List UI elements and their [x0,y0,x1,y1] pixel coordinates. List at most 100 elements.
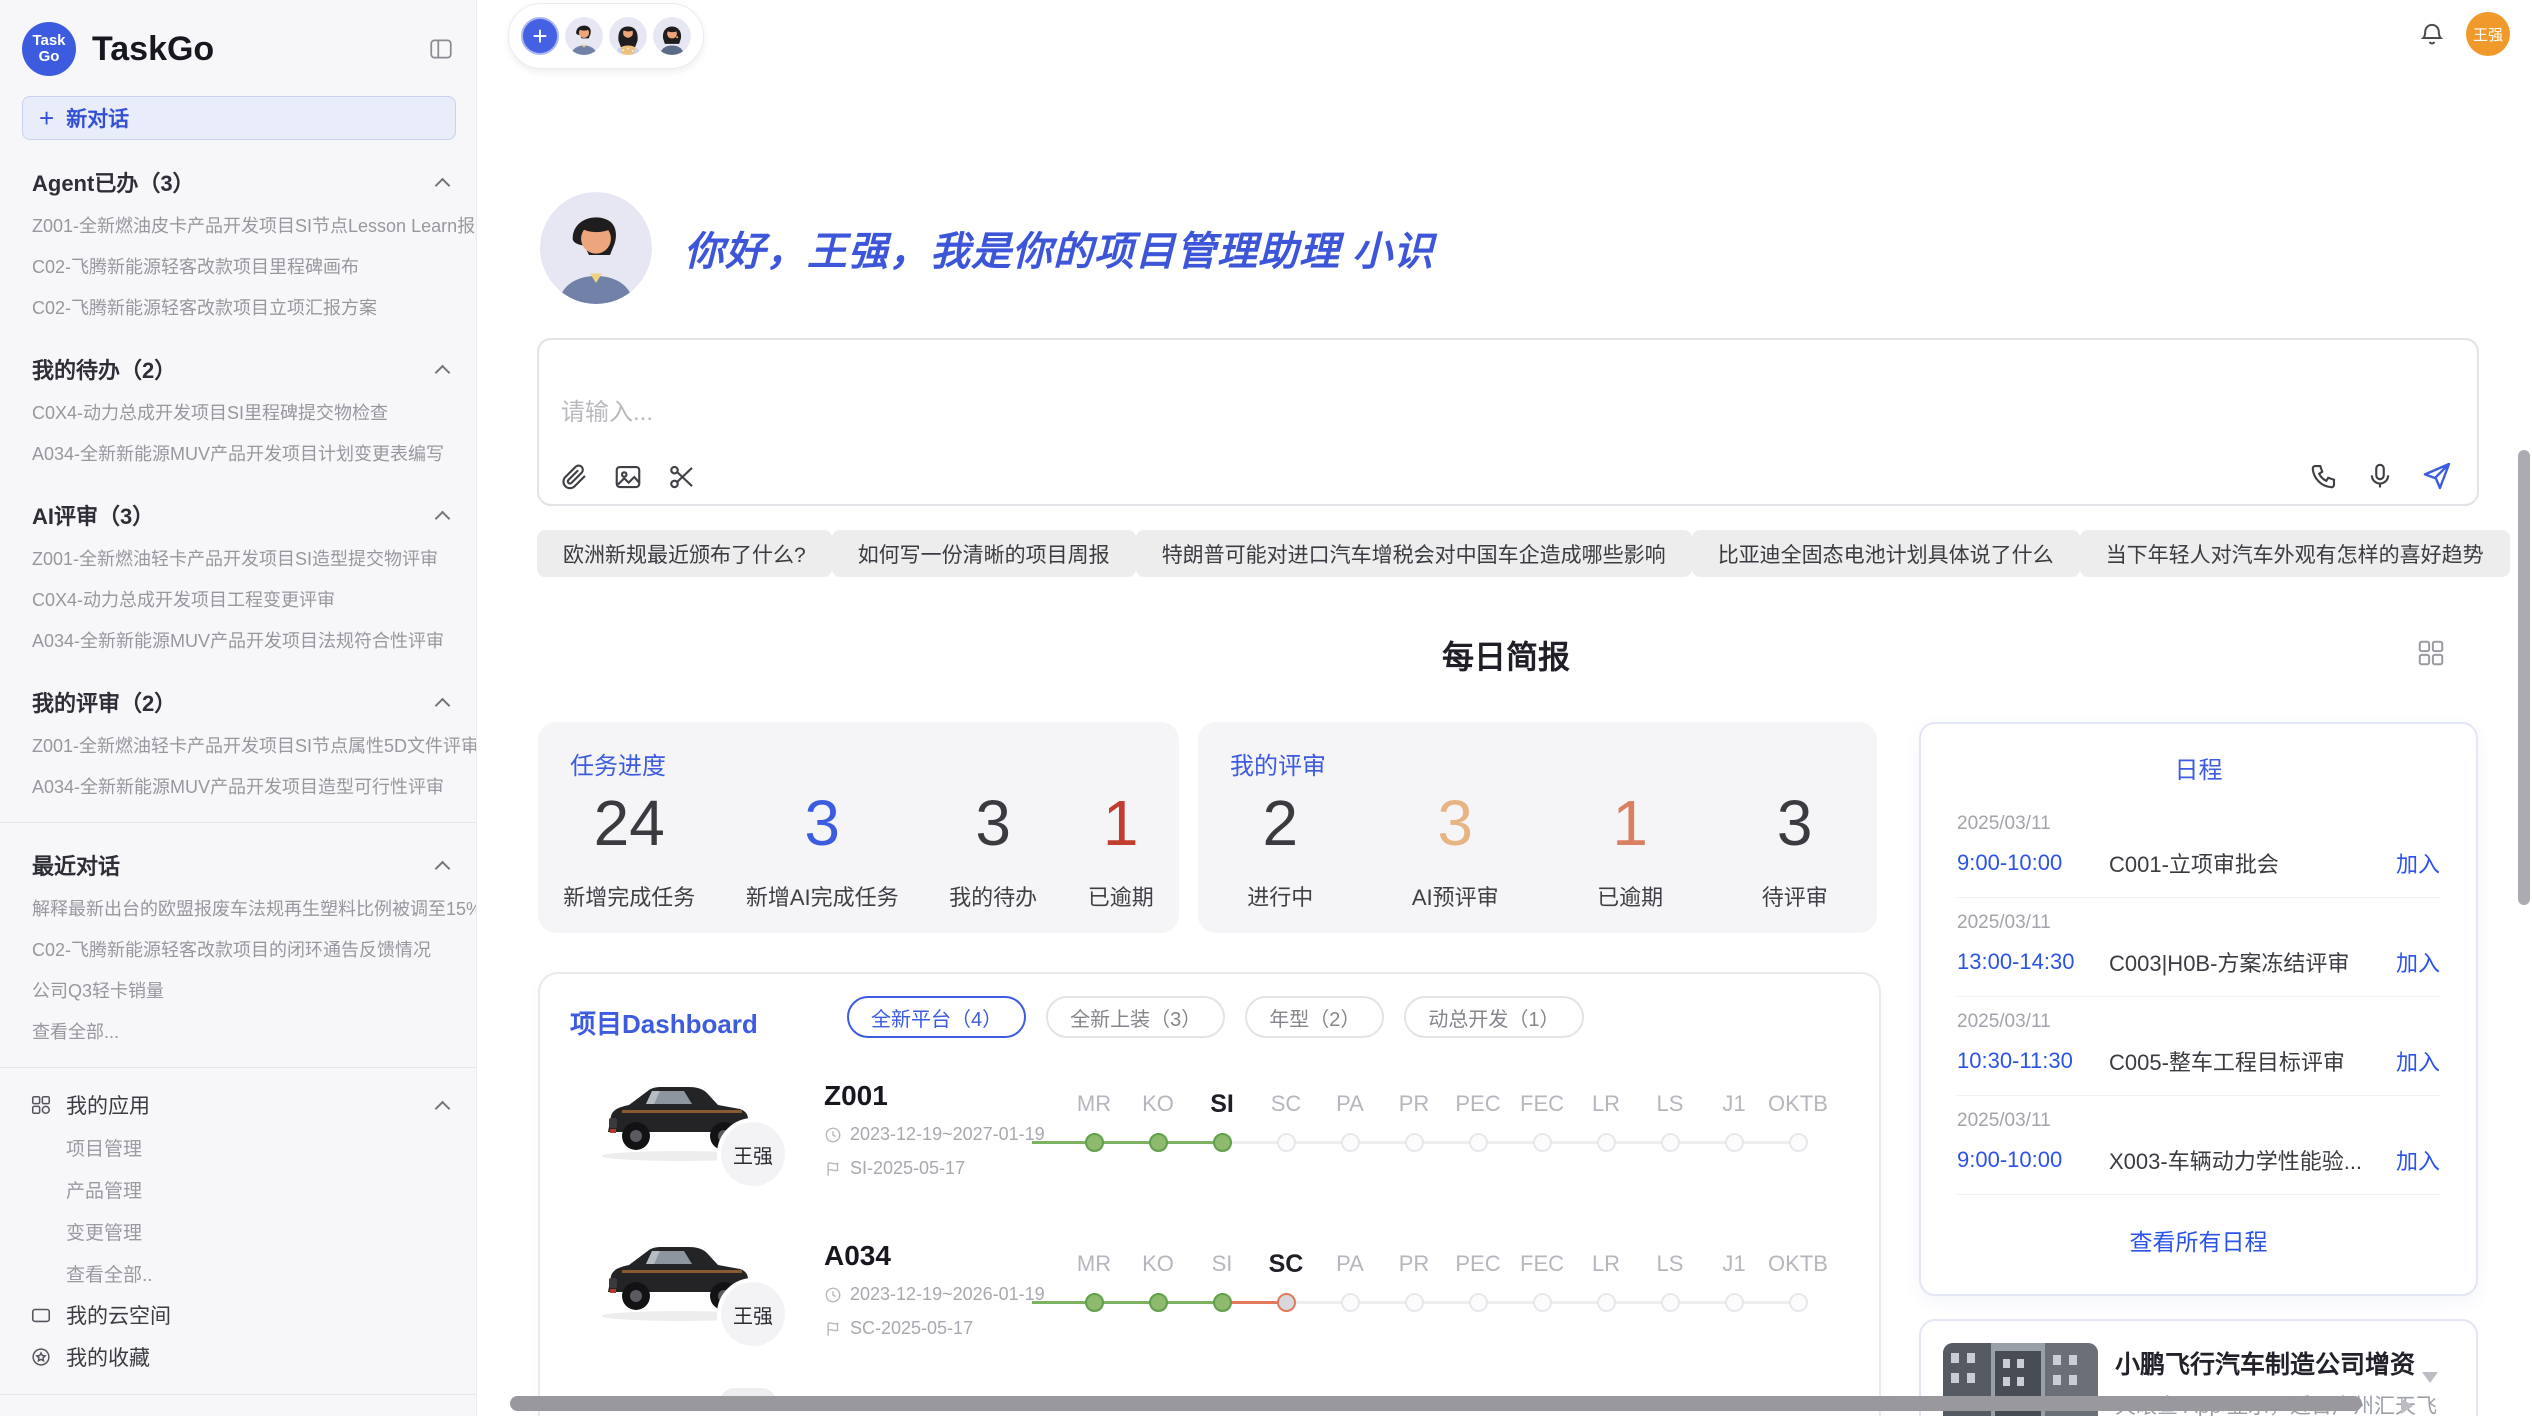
vertical-scrollbar-thumb[interactable] [2518,450,2530,905]
stat-overdue: 1 已逾期 [1088,788,1154,912]
stat-value: 3 [975,788,1011,858]
section-header-recent[interactable]: 最近对话 [32,847,448,883]
milestone-dot [1725,1133,1744,1152]
project-name: A034 [824,1240,891,1272]
stat-value: 2 [1262,788,1298,858]
suggestion-chip[interactable]: 特朗普可能对进口汽车增税会对中国车企造成哪些影响 [1136,530,1692,577]
send-icon[interactable] [2421,460,2453,492]
schedule-event-title: C005-整车工程目标评审 [2109,1045,2396,1077]
sidebar-item-change-mgmt[interactable]: 变更管理 [0,1210,476,1252]
milestone-dot [1469,1133,1488,1152]
view-all-schedule-link[interactable]: 查看所有日程 [1921,1223,2476,1257]
notification-bell-icon[interactable] [2418,20,2446,48]
chevron-up-icon [435,697,451,713]
join-meeting-link[interactable]: 加入 [2396,1045,2440,1077]
suggestion-chip[interactable]: 欧洲新规最近颁布了什么? [537,530,832,577]
divider [0,822,476,823]
project-row[interactable]: 王强 A034 2023-12-19~2026-01-19 SC-2025-05… [540,1220,1879,1380]
agent-avatar[interactable] [653,17,691,55]
section-title: 最近对话 [32,849,120,881]
suggestion-chip[interactable]: 比亚迪全固态电池计划具体说了什么 [1692,530,2080,577]
milestone-dot [1789,1293,1808,1312]
microphone-icon[interactable] [2365,461,2395,491]
chat-input[interactable] [559,398,1463,428]
tab-powertrain-dev[interactable]: 动总开发（1） [1404,996,1583,1038]
schedule-date: 2025/03/11 [1957,1011,2440,1033]
sidebar-item-favorites[interactable]: 我的收藏 [0,1336,476,1378]
agent-avatar[interactable] [565,17,603,55]
milestone-dot [1405,1133,1424,1152]
tab-new-body[interactable]: 全新上装（3） [1046,996,1225,1038]
section-title: AI评审（3） [32,499,154,531]
recent-conversation-item[interactable]: 解释最新出台的欧盟报废车法规再生塑料比例被调至15%... [0,887,476,928]
section-header-agent-done[interactable]: Agent已办（3） [32,164,448,200]
divider [0,1067,476,1068]
tab-model-year[interactable]: 年型（2） [1245,996,1384,1038]
project-row[interactable]: 王强 Z001 2023-12-19~2027-01-19 SI-2025-05… [540,1060,1879,1220]
project-dashboard-card: 项目Dashboard 全新平台（4） 全新上装（3） 年型（2） 动总开发（1… [538,972,1881,1416]
view-all-conversations[interactable]: 查看全部... [0,1010,476,1051]
tab-new-platform[interactable]: 全新平台（4） [847,996,1026,1038]
stat-label: 我的待办 [949,880,1037,912]
sidebar-item-view-all-apps[interactable]: 查看全部.. [0,1252,476,1294]
sidebar: Task Go TaskGo + 新对话 Agent已办（3） Z001-全新燃… [0,0,477,1416]
conversation-item[interactable]: C0X4-动力总成开发项目工程变更评审 [0,578,476,619]
conversation-item[interactable]: A034-全新新能源MUV产品开发项目法规符合性评审 [0,619,476,660]
project-dates: 2023-12-19~2027-01-19 [824,1124,1045,1145]
milestone-track: MR KO SI SC PA PR PEC FEC LR LS J1 OKTB [1032,1244,1830,1312]
sidebar-item-my-apps[interactable]: 我的应用 [0,1084,476,1126]
paperclip-icon[interactable] [559,462,589,492]
suggestion-chip[interactable]: 当下年轻人对汽车外观有怎样的喜好趋势 [2080,530,2510,577]
task-progress-title: 任务进度 [570,746,666,781]
conversation-item[interactable]: Z001-全新燃油皮卡产品开发项目SI节点Lesson Learn报告 [0,204,476,245]
sidebar-item-product-mgmt[interactable]: 产品管理 [0,1168,476,1210]
conversation-item[interactable]: Z001-全新燃油轻卡产品开发项目SI节点属性5D文件评审 [0,724,476,765]
stat-label: 进行中 [1247,880,1313,912]
layout-grid-icon[interactable] [2416,638,2446,668]
user-avatar[interactable]: 王强 [2466,12,2510,56]
new-chat-button[interactable]: + 新对话 [22,96,456,140]
greeting-title: 你好，王强，我是你的项目管理助理 小识 [684,219,1434,277]
scroll-right-arrow-icon[interactable] [2401,1398,2413,1414]
sidebar-item-ai-super-staff[interactable]: AI超级员工 [0,1411,476,1416]
section-header-my-review[interactable]: 我的评审（2） [32,684,448,720]
schedule-time: 13:00-14:30 [1957,949,2109,975]
join-meeting-link[interactable]: 加入 [2396,1144,2440,1176]
section-header-my-todo[interactable]: 我的待办（2） [32,351,448,387]
conversation-item[interactable]: C02-飞腾新能源轻客改款项目里程碑画布 [0,245,476,286]
divider [0,1394,476,1395]
milestone-dot [1533,1293,1552,1312]
recent-conversation-item[interactable]: 公司Q3轻卡销量 [0,969,476,1010]
join-meeting-link[interactable]: 加入 [2396,946,2440,978]
agent-avatar[interactable] [609,17,647,55]
section-header-ai-review[interactable]: AI评审（3） [32,497,448,533]
my-review-title: 我的评审 [1230,746,1326,781]
conversation-item[interactable]: C02-飞腾新能源轻客改款项目立项汇报方案 [0,286,476,327]
sidebar-item-cloud-space[interactable]: 我的云空间 [0,1294,476,1336]
sidebar-collapse-icon[interactable] [428,36,454,62]
suggestion-chip[interactable]: 如何写一份清晰的项目周报 [832,530,1136,577]
composer [537,338,2479,506]
scroll-down-arrow-icon[interactable] [2422,1372,2438,1383]
my-apps-label: 我的应用 [66,1090,150,1120]
horizontal-scrollbar-thumb[interactable] [510,1396,2362,1411]
conversation-item[interactable]: Z001-全新燃油轻卡产品开发项目SI造型提交物评审 [0,537,476,578]
milestone: OKTB [1766,1244,1830,1312]
join-meeting-link[interactable]: 加入 [2396,847,2440,879]
add-agent-button[interactable]: + [521,17,559,55]
recent-conversation-item[interactable]: C02-飞腾新能源轻客改款项目的闭环通告反馈情况 [0,928,476,969]
project-next-milestone: SI-2025-05-17 [824,1158,965,1179]
scissors-icon[interactable] [667,462,697,492]
dashboard-tabs: 全新平台（4） 全新上装（3） 年型（2） 动总开发（1） [847,996,1584,1038]
image-icon[interactable] [613,462,643,492]
conversation-item[interactable]: C0X4-动力总成开发项目SI里程碑提交物检查 [0,391,476,432]
stat-ai-pre-review: 3 AI预评审 [1412,788,1499,912]
conversation-item[interactable]: A034-全新新能源MUV产品开发项目造型可行性评审 [0,765,476,806]
conversation-item[interactable]: A034-全新新能源MUV产品开发项目计划变更表编写 [0,432,476,473]
stat-my-todo: 3 我的待办 [949,788,1037,912]
milestone-dot [1469,1293,1488,1312]
phone-icon[interactable] [2309,461,2339,491]
project-name: Z001 [824,1080,888,1112]
milestone-dot [1661,1133,1680,1152]
sidebar-item-project-mgmt[interactable]: 项目管理 [0,1126,476,1168]
